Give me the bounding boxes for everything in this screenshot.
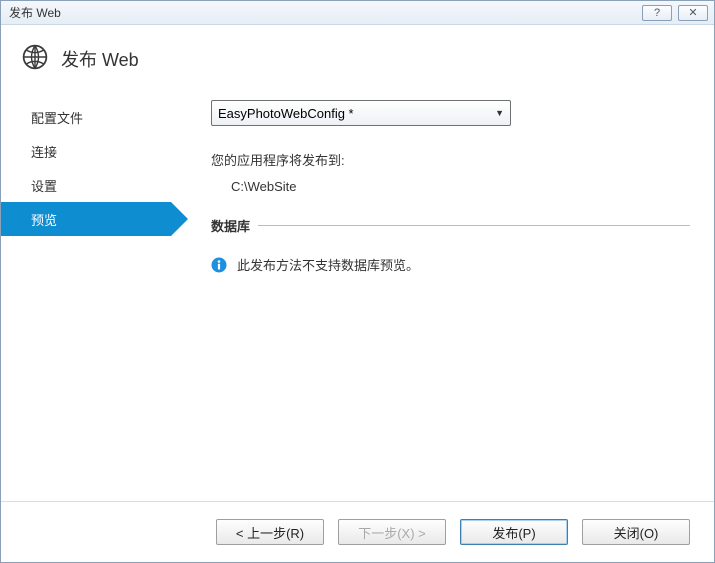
dialog-content: 发布 Web 配置文件 连接 设置 预览 xyxy=(1,25,714,562)
sidebar-item-connection[interactable]: 连接 xyxy=(1,134,171,168)
button-label: 发布(P) xyxy=(492,523,535,542)
section-divider xyxy=(258,225,690,226)
database-info-text: 此发布方法不支持数据库预览。 xyxy=(237,255,419,274)
dialog-header: 发布 Web xyxy=(1,25,714,90)
profile-select[interactable]: EasyPhotoWebConfig * ▼ xyxy=(211,100,511,126)
sidebar-item-preview[interactable]: 预览 xyxy=(1,202,171,236)
close-icon: ✕ xyxy=(688,6,697,19)
sidebar-item-label: 连接 xyxy=(31,142,57,161)
database-info-row: 此发布方法不支持数据库预览。 xyxy=(211,255,690,274)
publish-to-label: 您的应用程序将发布到: xyxy=(211,150,690,169)
footer-divider xyxy=(1,501,714,502)
prev-button[interactable]: < 上一步(R) xyxy=(216,519,324,545)
button-label: 下一步(X) > xyxy=(358,523,426,542)
help-icon: ? xyxy=(654,7,660,19)
sidebar-item-label: 预览 xyxy=(31,210,57,229)
dialog-title: 发布 Web xyxy=(61,46,139,72)
info-icon xyxy=(211,257,227,273)
publish-path: C:\WebSite xyxy=(211,179,690,194)
globe-icon xyxy=(21,43,49,74)
profile-select-value: EasyPhotoWebConfig * xyxy=(218,106,354,121)
dialog-footer: < 上一步(R) 下一步(X) > 发布(P) 关闭(O) xyxy=(1,502,714,562)
close-button[interactable]: 关闭(O) xyxy=(582,519,690,545)
titlebar-text: 发布 Web xyxy=(5,4,61,21)
titlebar-buttons: ? ✕ xyxy=(642,5,710,21)
sidebar-item-label: 设置 xyxy=(31,176,57,195)
sidebar: 配置文件 连接 设置 预览 xyxy=(1,90,171,502)
sidebar-item-label: 配置文件 xyxy=(31,108,83,127)
dialog-body: 配置文件 连接 设置 预览 EasyPhotoWebConfig * ▼ xyxy=(1,90,714,502)
close-window-button[interactable]: ✕ xyxy=(678,5,708,21)
help-button[interactable]: ? xyxy=(642,5,672,21)
chevron-down-icon: ▼ xyxy=(495,108,504,118)
sidebar-item-settings[interactable]: 设置 xyxy=(1,168,171,202)
database-section-header: 数据库 xyxy=(211,216,690,235)
titlebar: 发布 Web ? ✕ xyxy=(1,1,714,25)
button-label: 关闭(O) xyxy=(614,523,659,542)
sidebar-item-profile[interactable]: 配置文件 xyxy=(1,100,171,134)
profile-row: EasyPhotoWebConfig * ▼ xyxy=(211,100,690,126)
button-label: < 上一步(R) xyxy=(236,523,304,542)
publish-button[interactable]: 发布(P) xyxy=(460,519,568,545)
main-panel: EasyPhotoWebConfig * ▼ 您的应用程序将发布到: C:\We… xyxy=(171,90,714,502)
dialog-window: 发布 Web ? ✕ 发布 Web 配置文件 xyxy=(0,0,715,563)
next-button: 下一步(X) > xyxy=(338,519,446,545)
database-section-title: 数据库 xyxy=(211,216,250,235)
